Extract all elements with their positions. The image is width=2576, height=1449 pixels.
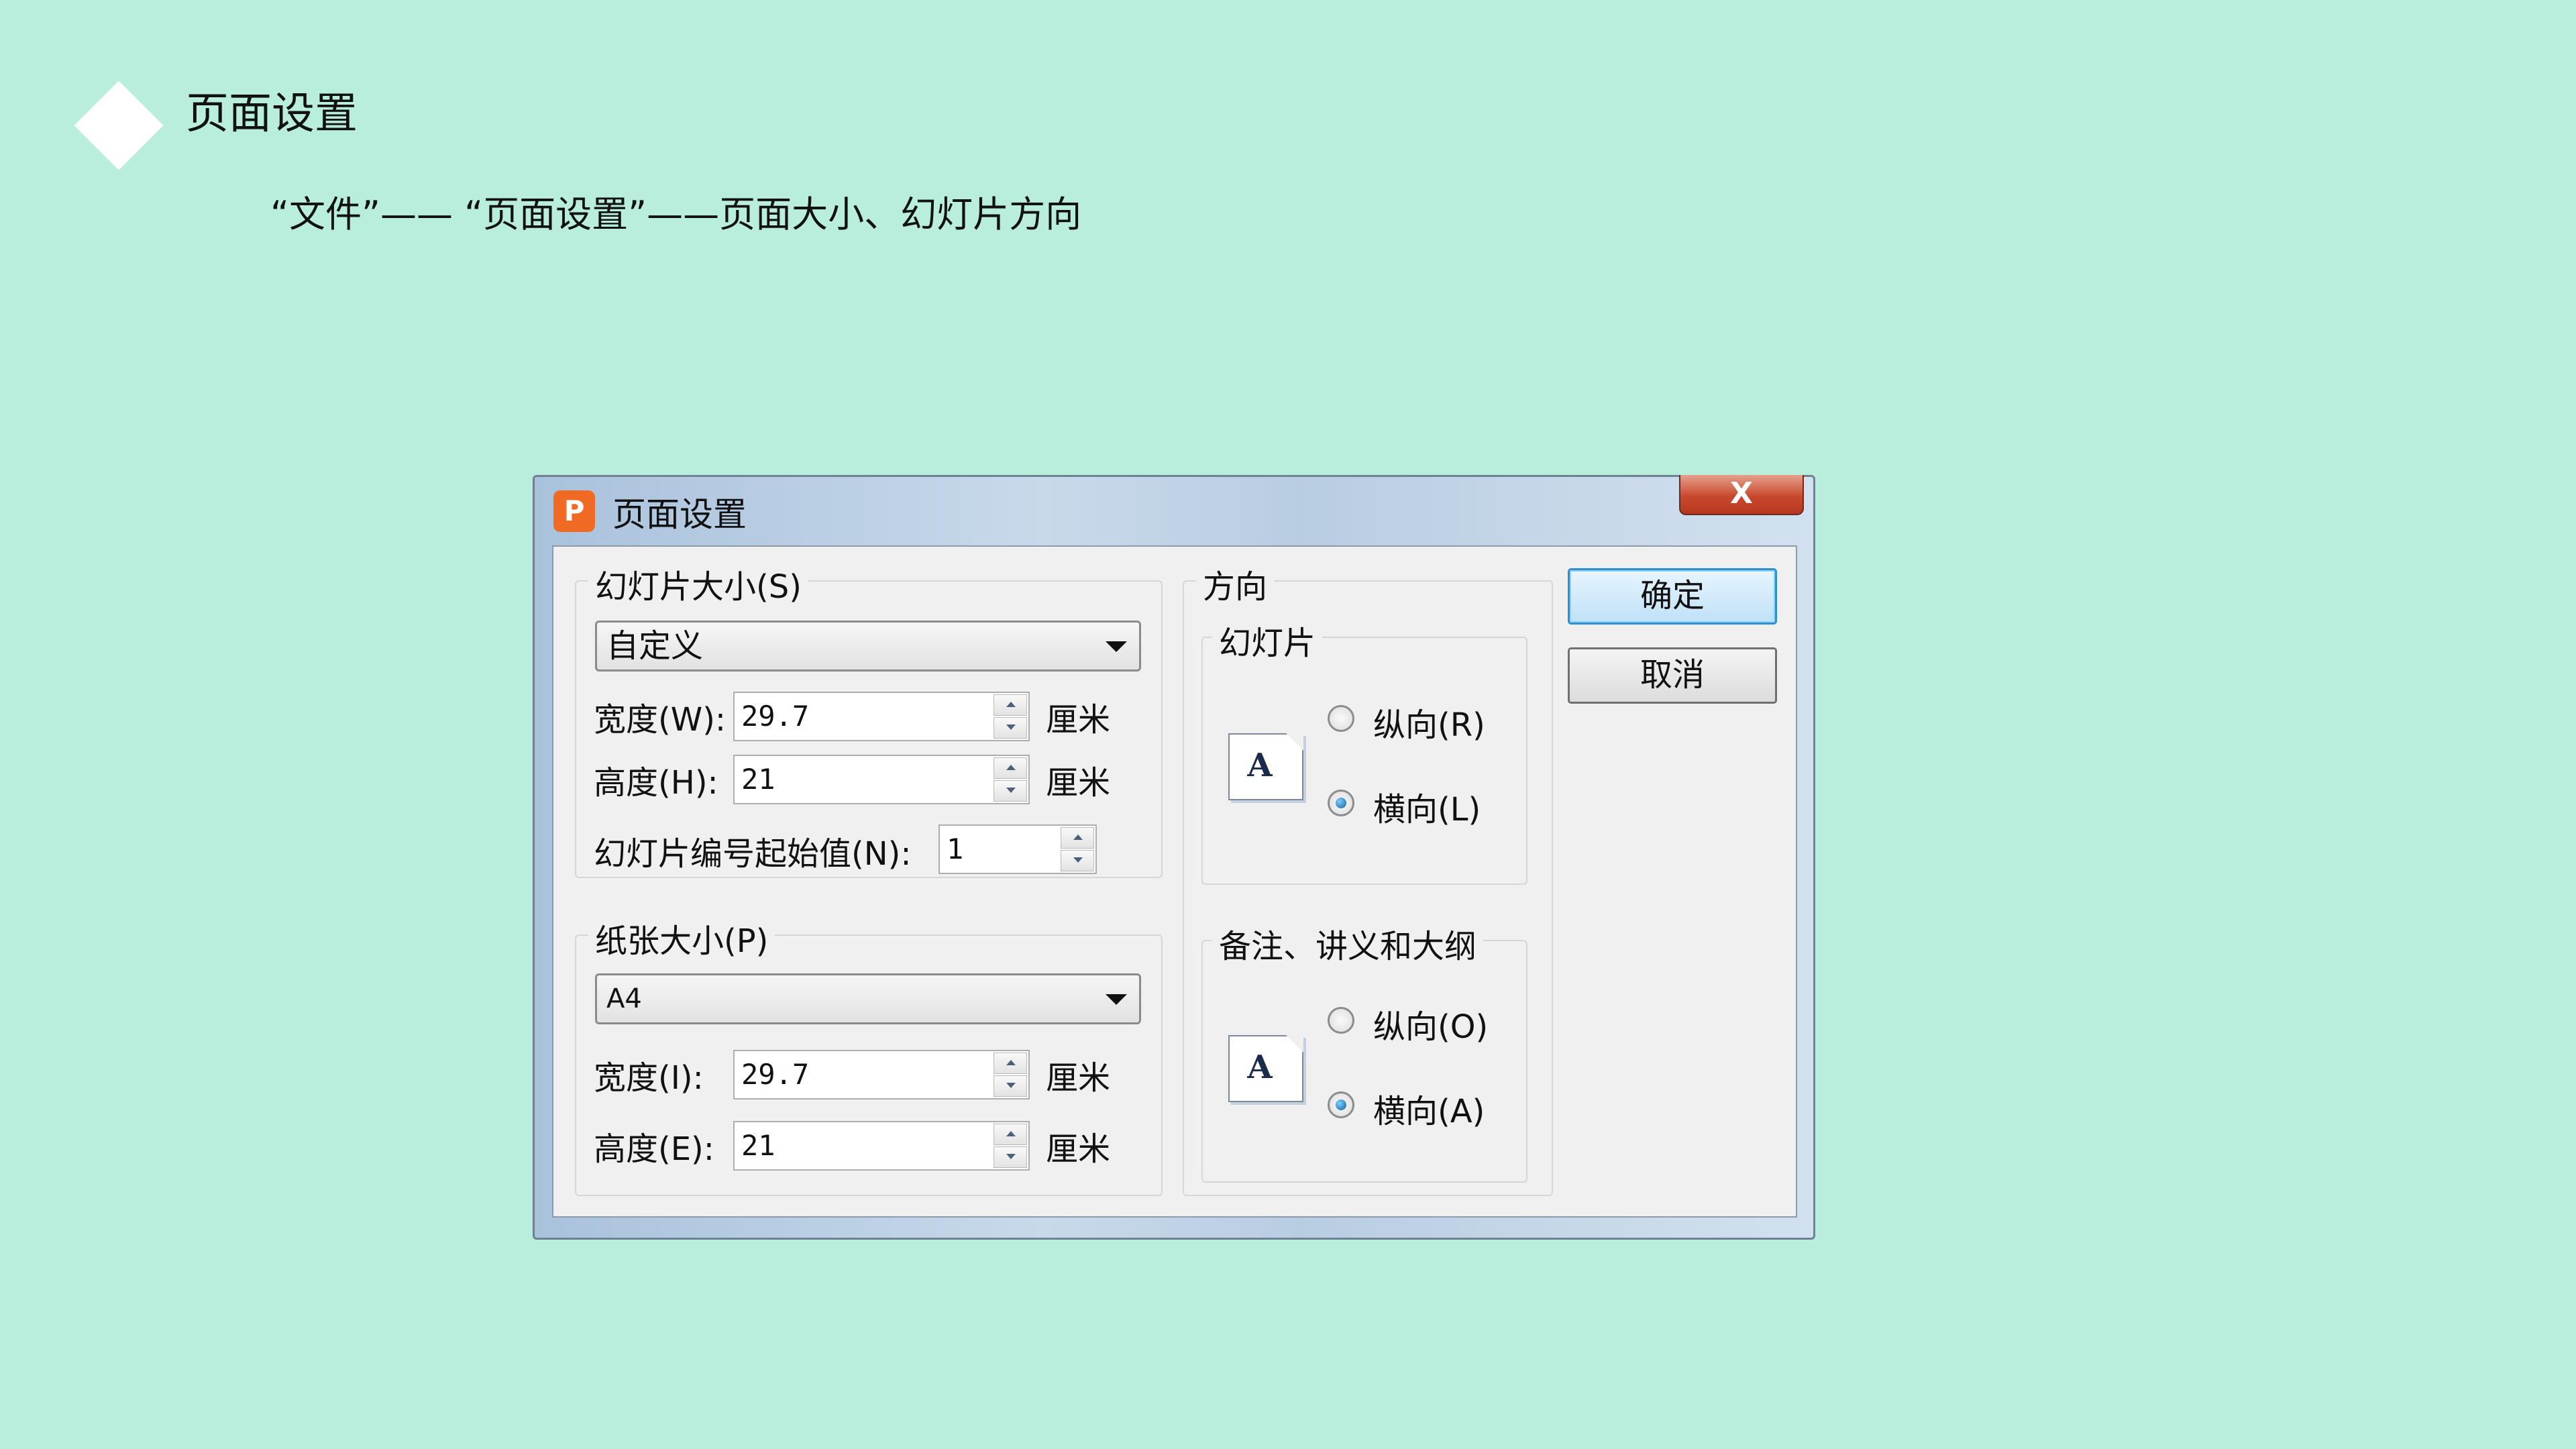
notes-landscape-label[interactable]: 横向(A) [1373,1085,1485,1132]
slides-orientation-legend: 幻灯片 [1212,616,1323,663]
paper-size-selected: A4 [606,983,642,1014]
wps-presentation-icon: P [553,490,595,532]
slide-width-stepper[interactable]: 29.7 [733,692,1030,741]
chevron-down-icon[interactable] [1106,641,1127,652]
slide-size-selected: 自定义 [606,627,704,665]
paper-height-unit: 厘米 [1046,1130,1111,1168]
paper-width-unit: 厘米 [1046,1059,1111,1097]
page-setup-dialog: P 页面设置 X 幻灯片大小(S) 自定义 宽度(W): 29.7 厘米 高度(… [533,475,1815,1240]
paper-height-stepper[interactable]: 21 [733,1121,1030,1171]
notes-portrait-radio[interactable] [1328,1007,1354,1034]
ok-button[interactable]: 确定 [1568,568,1777,625]
slide-width-input[interactable]: 29.7 [741,693,809,740]
paper-width-input[interactable]: 29.7 [741,1051,809,1098]
cancel-button[interactable]: 取消 [1568,647,1777,704]
paper-width-label: 宽度(I): [594,1059,704,1097]
slides-landscape-radio[interactable] [1328,790,1354,816]
slide-start-number-stepper[interactable]: 1 [938,824,1097,874]
paper-size-select[interactable]: A4 [595,973,1141,1024]
spin-up-icon[interactable] [994,1053,1027,1074]
document-landscape-icon: A [1228,1035,1303,1102]
slide-height-label: 高度(H): [594,764,718,802]
slide-height-unit: 厘米 [1046,764,1111,802]
slide-width-label: 宽度(W): [594,701,727,739]
dialog-titlebar[interactable]: P 页面设置 X [535,475,1813,545]
spin-up-icon[interactable] [1061,827,1094,849]
spin-down-icon[interactable] [994,717,1027,739]
spin-down-icon[interactable] [994,1146,1027,1168]
slide-height-input[interactable]: 21 [741,756,775,803]
slides-portrait-radio[interactable] [1328,705,1354,732]
spin-down-icon[interactable] [1061,850,1094,871]
diamond-bullet-icon [74,80,164,170]
document-landscape-icon: A [1228,733,1303,800]
paper-height-label: 高度(E): [594,1130,714,1168]
slide-size-select[interactable]: 自定义 [595,621,1141,672]
slides-portrait-label[interactable]: 纵向(R) [1373,698,1485,745]
notes-orientation-legend: 备注、讲义和大纲 [1212,920,1484,967]
spin-up-icon[interactable] [994,1124,1027,1145]
dialog-title: 页面设置 [612,495,747,534]
orientation-legend: 方向 [1196,560,1275,607]
notes-portrait-label[interactable]: 纵向(O) [1373,1000,1488,1047]
slides-landscape-label[interactable]: 横向(L) [1373,783,1481,830]
spin-up-icon[interactable] [994,757,1027,779]
spin-down-icon[interactable] [994,780,1027,802]
paper-width-stepper[interactable]: 29.7 [733,1050,1030,1099]
slide-start-number-input[interactable]: 1 [947,826,963,873]
notes-landscape-radio[interactable] [1328,1091,1354,1118]
slide-title: 页面设置 [186,89,358,139]
page-icon-letter: A [1247,747,1273,784]
paper-size-legend: 纸张大小(P) [588,914,775,961]
spin-up-icon[interactable] [994,694,1027,716]
paper-height-input[interactable]: 21 [741,1122,775,1169]
dialog-body: 幻灯片大小(S) 自定义 宽度(W): 29.7 厘米 高度(H): 21 厘米… [552,545,1797,1218]
slide-subtitle: “文件”—— “页面设置”——页面大小、幻灯片方向 [270,193,1082,235]
slide-size-legend: 幻灯片大小(S) [588,560,808,607]
slide-start-number-label: 幻灯片编号起始值(N): [594,835,912,873]
chevron-down-icon[interactable] [1106,994,1127,1005]
page-icon-letter: A [1247,1049,1273,1086]
slide-width-unit: 厘米 [1046,701,1111,739]
slide-height-stepper[interactable]: 21 [733,755,1030,804]
close-button[interactable]: X [1679,475,1804,515]
spin-down-icon[interactable] [994,1075,1027,1097]
